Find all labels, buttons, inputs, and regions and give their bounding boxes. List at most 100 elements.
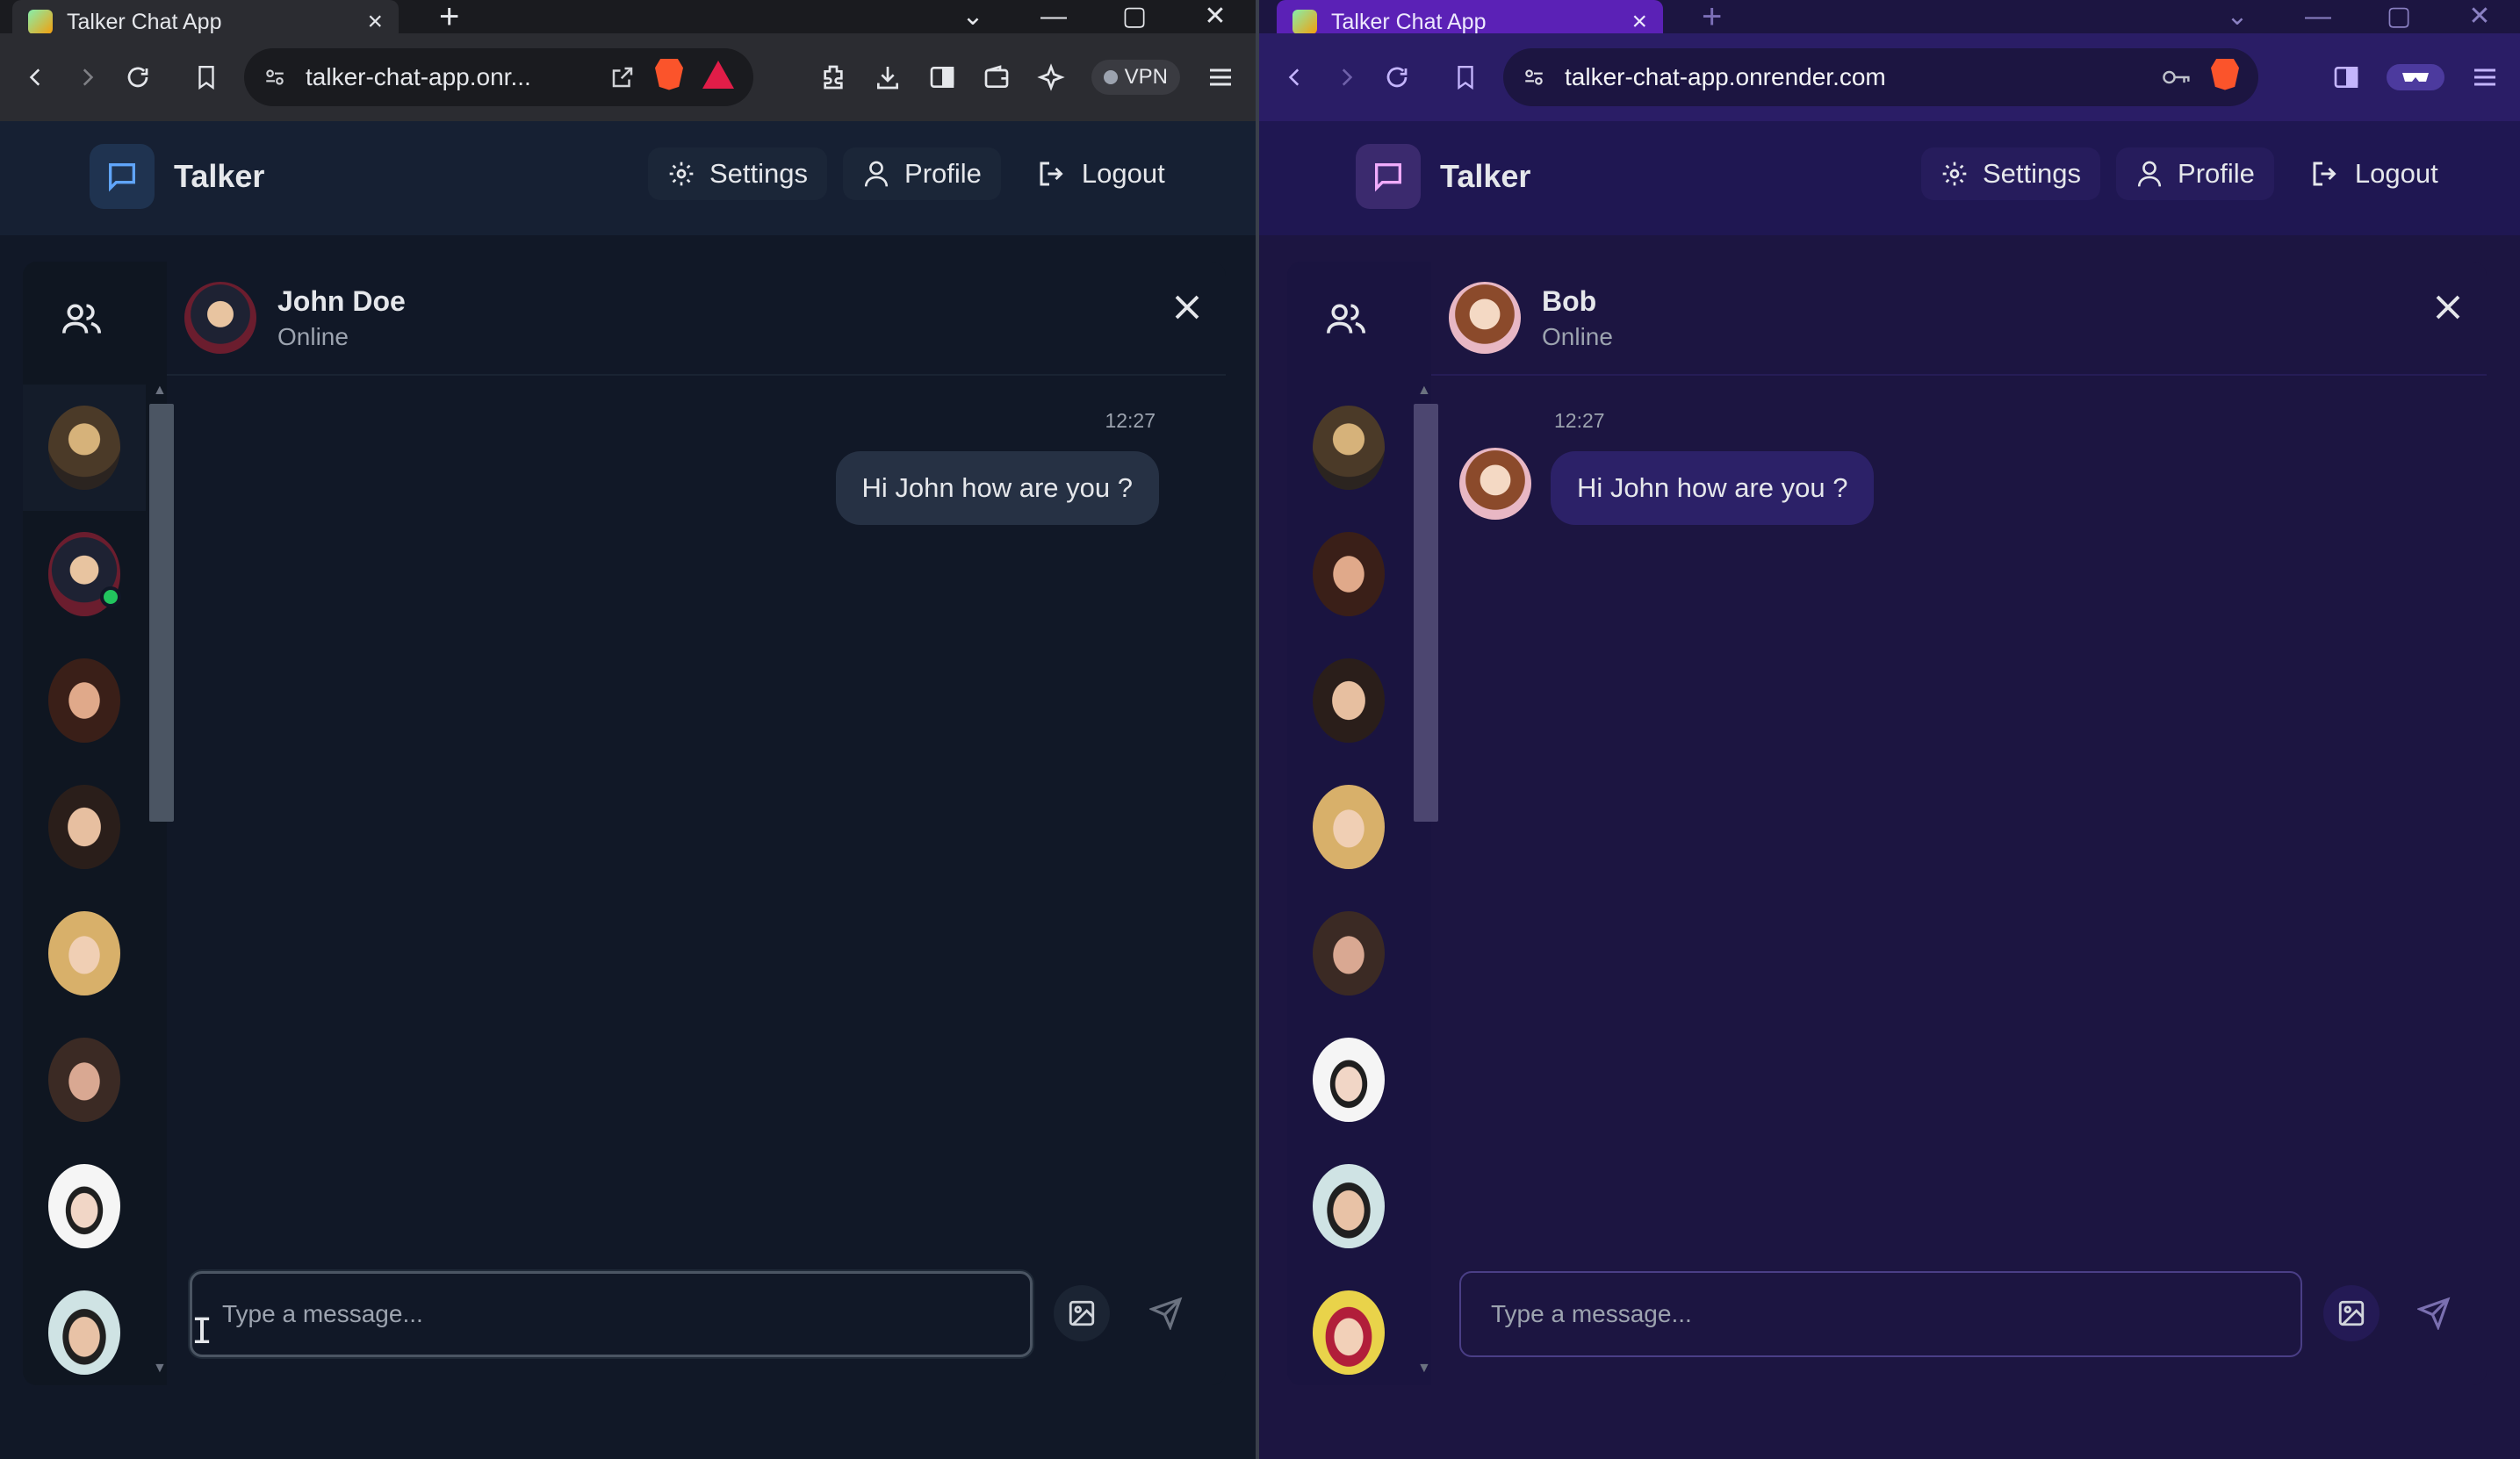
brand[interactable]: Talker [1356, 144, 1530, 209]
close-chat-icon[interactable] [1171, 291, 1203, 323]
contact-item[interactable] [1287, 511, 1410, 637]
maximize-button[interactable]: ▢ [1094, 0, 1175, 33]
main-menu-icon[interactable] [2471, 63, 2499, 91]
contact-list [1287, 385, 1410, 1385]
profile-button[interactable]: Profile [2116, 147, 2274, 200]
bookmark-icon[interactable] [181, 64, 232, 90]
site-settings-icon[interactable] [1523, 66, 1545, 89]
contacts-header[interactable] [1287, 262, 1431, 376]
attach-image-button[interactable] [2323, 1285, 2380, 1341]
image-icon [1067, 1298, 1097, 1328]
close-window-button[interactable]: ✕ [2439, 0, 2520, 33]
contacts-sidebar: ▲ ▼ [1287, 262, 1438, 1385]
contact-avatar[interactable] [1449, 282, 1521, 354]
close-window-button[interactable]: ✕ [1175, 0, 1256, 33]
brave-shields-icon[interactable] [2211, 58, 2239, 97]
contact-item[interactable] [23, 1017, 146, 1143]
avatar [48, 1038, 120, 1122]
conversation-panel: John Doe Online 12:27 Hi John how are yo… [167, 262, 1226, 1385]
vpn-button[interactable]: VPN [1091, 60, 1180, 95]
contact-item[interactable] [1287, 764, 1410, 890]
address-bar[interactable]: talker-chat-app.onr... [244, 48, 753, 106]
tab-list-chevron-icon[interactable]: ⌄ [932, 0, 1013, 33]
send-icon [1149, 1297, 1183, 1330]
settings-button[interactable]: Settings [1921, 147, 2101, 200]
contact-item[interactable] [23, 511, 146, 637]
reload-icon[interactable] [112, 64, 163, 90]
share-icon[interactable] [609, 64, 636, 90]
contact-item[interactable] [1287, 890, 1410, 1017]
reload-icon[interactable] [1372, 64, 1422, 90]
contact-item[interactable] [1287, 385, 1410, 511]
bookmark-icon[interactable] [1440, 64, 1491, 90]
chat-bubble-icon [1356, 144, 1421, 209]
chat-container: ▲ ▼ John Doe Online 12:27 Hi John how ar… [23, 262, 1226, 1385]
private-window-icon[interactable] [2387, 64, 2444, 90]
forward-icon[interactable] [61, 66, 112, 89]
vpn-label: VPN [1124, 65, 1168, 89]
scroll-down-arrow[interactable]: ▼ [1417, 1361, 1431, 1376]
chat-container: ▲ ▼ Bob Online 12:27 Hi John how are you… [1287, 262, 2487, 1385]
logout-button[interactable]: Logout [2290, 147, 2458, 200]
message-bubble-incoming: Hi John how are you ? [1551, 451, 1875, 525]
contact-item[interactable] [23, 764, 146, 890]
scroll-down-arrow[interactable]: ▼ [153, 1361, 167, 1376]
brave-rewards-icon[interactable] [702, 60, 734, 95]
logout-button[interactable]: Logout [1017, 147, 1184, 200]
logout-icon [1036, 158, 1068, 190]
maximize-button[interactable]: ▢ [2358, 0, 2439, 33]
contact-item[interactable] [1287, 637, 1410, 764]
contact-item[interactable] [1287, 1143, 1410, 1269]
wallet-icon[interactable] [983, 63, 1011, 91]
minimize-button[interactable]: — [2278, 0, 2358, 33]
new-tab-button[interactable]: + [439, 0, 459, 34]
app-header: Talker Settings Profile Logout [1259, 121, 2520, 235]
profile-button[interactable]: Profile [843, 147, 1001, 200]
address-bar[interactable]: talker-chat-app.onrender.com [1503, 48, 2258, 106]
contact-item[interactable] [23, 890, 146, 1017]
settings-button[interactable]: Settings [648, 147, 828, 200]
logout-label: Logout [1081, 158, 1165, 189]
contact-item[interactable] [1287, 1017, 1410, 1143]
close-chat-icon[interactable] [2432, 291, 2464, 323]
message-input[interactable] [190, 1271, 1033, 1357]
back-icon[interactable] [1270, 66, 1321, 89]
site-settings-icon[interactable] [263, 66, 286, 89]
contact-item[interactable] [23, 1143, 146, 1269]
tab-close-icon[interactable]: × [367, 9, 383, 35]
attach-image-button[interactable] [1054, 1285, 1110, 1341]
contacts-header[interactable] [23, 262, 167, 376]
tab-close-icon[interactable]: × [1631, 9, 1647, 35]
send-button[interactable] [2406, 1285, 2462, 1341]
tab-list-chevron-icon[interactable]: ⌄ [2197, 0, 2278, 33]
profile-label: Profile [904, 158, 982, 189]
extensions-icon[interactable] [819, 63, 847, 91]
scroll-up-arrow[interactable]: ▲ [153, 383, 167, 399]
contact-avatar[interactable] [184, 282, 256, 354]
contact-item[interactable] [23, 1269, 146, 1385]
profile-label: Profile [2178, 158, 2255, 189]
sidebar-toggle-icon[interactable] [2332, 63, 2360, 91]
brave-shields-icon[interactable] [655, 58, 683, 97]
new-tab-button[interactable]: + [1702, 0, 1722, 34]
back-icon[interactable] [11, 66, 61, 89]
message-input[interactable] [1459, 1271, 2302, 1357]
key-icon[interactable] [2162, 66, 2192, 89]
contact-item[interactable] [1287, 1269, 1410, 1385]
main-menu-icon[interactable] [1206, 63, 1235, 91]
minimize-button[interactable]: — [1013, 0, 1094, 33]
contact-item[interactable] [23, 637, 146, 764]
scroll-up-arrow[interactable]: ▲ [1417, 383, 1431, 399]
forward-icon[interactable] [1321, 66, 1372, 89]
header-nav: Settings Profile Logout [1921, 147, 2458, 200]
send-icon [2417, 1297, 2451, 1330]
tab-strip: Talker Chat App × + ⌄ — ▢ ✕ [0, 0, 1256, 44]
settings-label: Settings [1983, 158, 2082, 189]
contact-item[interactable] [23, 385, 146, 511]
sidebar-toggle-icon[interactable] [928, 63, 956, 91]
send-button[interactable] [1138, 1285, 1194, 1341]
brand[interactable]: Talker [90, 144, 264, 209]
leo-ai-icon[interactable] [1036, 63, 1065, 91]
contacts-sidebar: ▲ ▼ [23, 262, 174, 1385]
downloads-icon[interactable] [874, 63, 902, 91]
